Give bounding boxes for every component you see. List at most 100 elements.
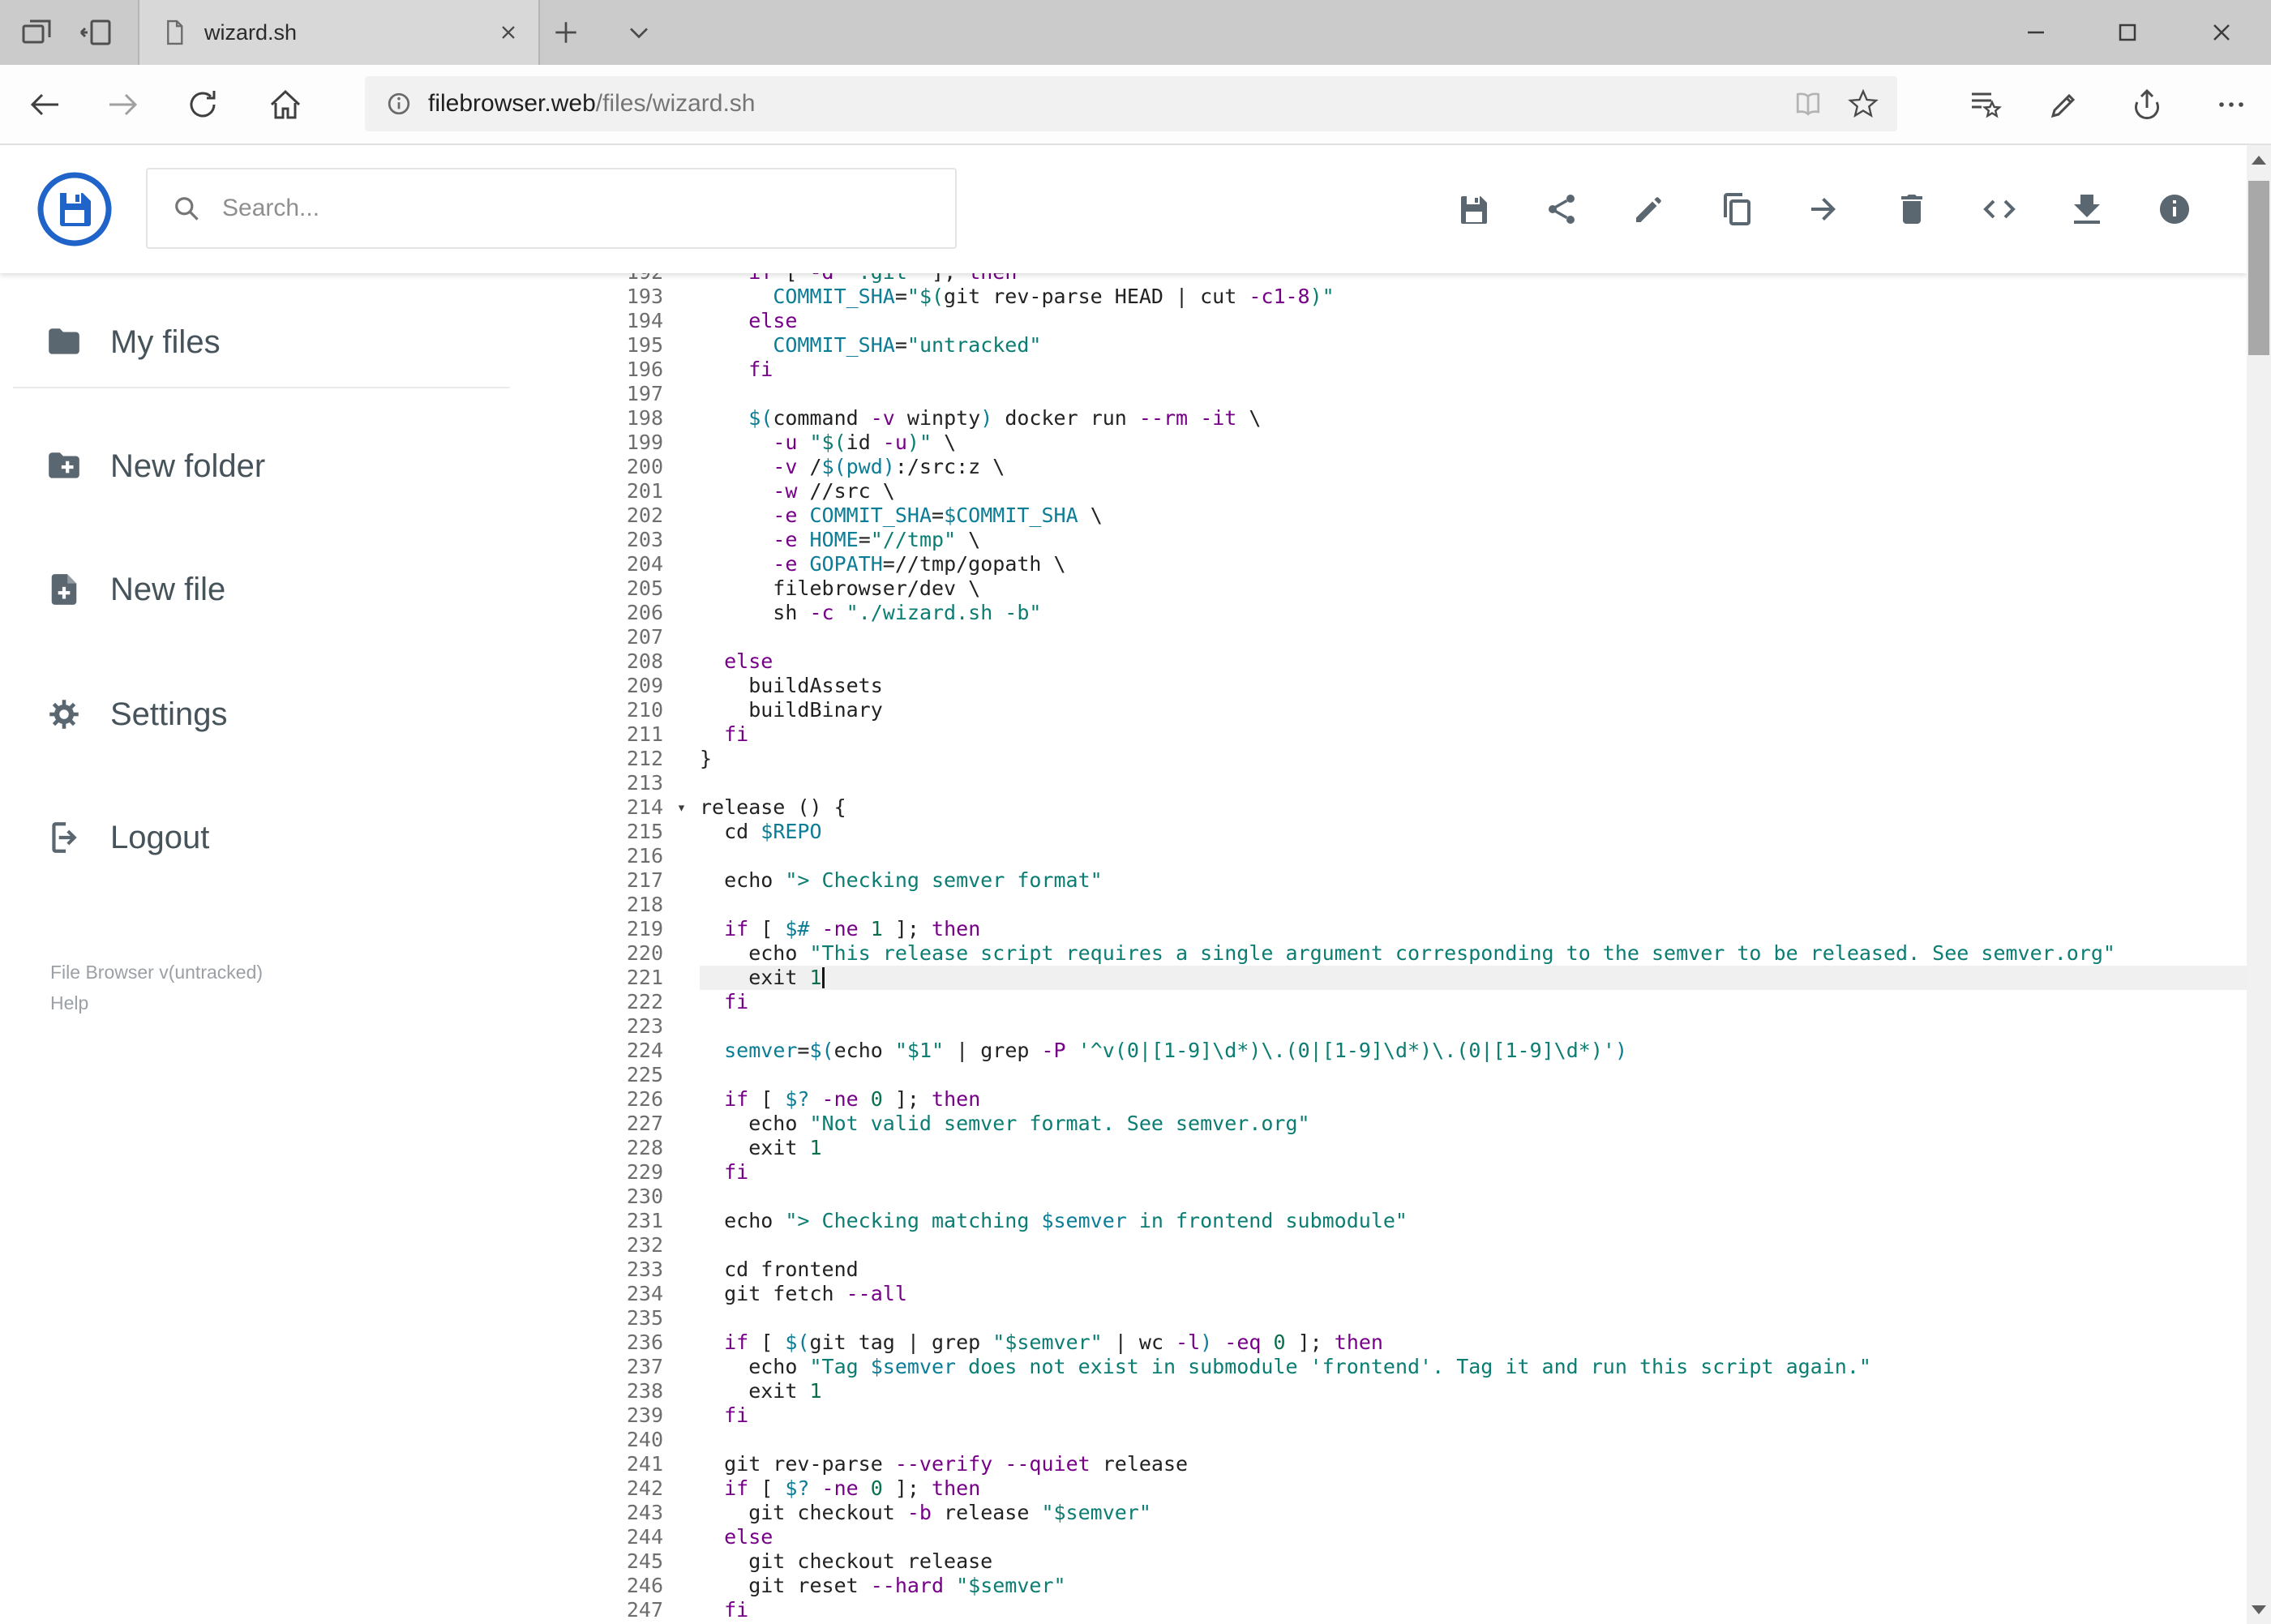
chevron-down-icon[interactable] <box>623 16 655 49</box>
code-text[interactable]: else <box>700 1525 2247 1549</box>
code-text[interactable]: COMMIT_SHA="$(git rev-parse HEAD | cut -… <box>700 285 2247 309</box>
home-icon[interactable] <box>268 87 303 122</box>
share-icon[interactable] <box>2129 87 2165 122</box>
code-text[interactable]: buildAssets <box>700 674 2247 698</box>
back-icon[interactable] <box>27 87 62 122</box>
page-scrollbar[interactable] <box>2247 145 2271 1624</box>
code-text[interactable]: cd $REPO <box>700 820 2247 844</box>
close-icon[interactable] <box>2187 0 2256 65</box>
move-icon[interactable] <box>1806 191 1842 227</box>
reading-view-icon[interactable] <box>1792 88 1824 120</box>
code-line[interactable]: 225 <box>523 1063 2247 1087</box>
code-text[interactable]: if [ $? -ne 0 ]; then <box>700 1476 2247 1501</box>
code-line[interactable]: 219 if [ $# -ne 1 ]; then <box>523 917 2247 941</box>
code-text[interactable]: release () { <box>700 795 2247 820</box>
code-line[interactable]: 240 <box>523 1428 2247 1452</box>
sidebar-item-logout[interactable]: Logout <box>0 797 523 878</box>
code-text[interactable]: fi <box>700 1598 2247 1622</box>
code-line[interactable]: 218 <box>523 893 2247 917</box>
code-text[interactable]: $(command -v winpty) docker run --rm -it… <box>700 406 2247 431</box>
copy-icon[interactable] <box>1719 191 1755 227</box>
tab-close-icon[interactable] <box>495 19 522 46</box>
code-text[interactable]: fi <box>700 358 2247 382</box>
forward-icon[interactable] <box>105 87 141 122</box>
code-text[interactable]: echo "> Checking matching $semver in fro… <box>700 1209 2247 1233</box>
code-text[interactable]: git fetch --all <box>700 1282 2247 1306</box>
code-line[interactable]: 231 echo "> Checking matching $semver in… <box>523 1209 2247 1233</box>
code-line[interactable]: 244 else <box>523 1525 2247 1549</box>
code-line[interactable]: 247 fi <box>523 1598 2247 1622</box>
sidebar-item-new-file[interactable]: New file <box>0 549 523 630</box>
code-line[interactable]: 229 fi <box>523 1160 2247 1185</box>
code-text[interactable]: filebrowser/dev \ <box>700 576 2247 601</box>
scrollbar-thumb[interactable] <box>2248 181 2269 355</box>
code-line[interactable]: 227 echo "Not valid semver format. See s… <box>523 1112 2247 1136</box>
filebrowser-logo[interactable] <box>36 170 114 248</box>
code-text[interactable] <box>700 1063 2247 1087</box>
code-line[interactable]: 223 <box>523 1014 2247 1039</box>
code-line[interactable]: 239 fi <box>523 1403 2247 1428</box>
code-line[interactable]: 236 if [ $(git tag | grep "$semver" | wc… <box>523 1330 2247 1355</box>
code-line[interactable]: 216 <box>523 844 2247 868</box>
code-text[interactable]: fi <box>700 722 2247 747</box>
code-line[interactable]: 242 if [ $? -ne 0 ]; then <box>523 1476 2247 1501</box>
site-info-icon[interactable] <box>383 88 415 120</box>
maximize-icon[interactable] <box>2093 0 2162 65</box>
scroll-up-icon[interactable] <box>2247 145 2271 174</box>
code-text[interactable]: git rev-parse --verify --quiet release <box>700 1452 2247 1476</box>
code-text[interactable]: git checkout release <box>700 1549 2247 1574</box>
search-input[interactable] <box>221 194 889 223</box>
code-line[interactable]: 207 <box>523 625 2247 649</box>
code-editor[interactable]: 192 if [ -d ".git" ]; then193 COMMIT_SHA… <box>523 273 2247 1624</box>
code-text[interactable]: } <box>700 747 2247 771</box>
code-text[interactable]: else <box>700 649 2247 674</box>
code-line[interactable]: 195 COMMIT_SHA="untracked" <box>523 333 2247 358</box>
code-text[interactable]: fi <box>700 1160 2247 1185</box>
web-note-pen-icon[interactable] <box>2046 87 2082 122</box>
code-line[interactable]: 211 fi <box>523 722 2247 747</box>
code-text[interactable]: -e GOPATH=//tmp/gopath \ <box>700 552 2247 576</box>
code-line[interactable]: 214 ▾ release () { <box>523 795 2247 820</box>
code-text[interactable]: exit 1 <box>700 1136 2247 1160</box>
code-text[interactable]: if [ -d ".git" ]; then <box>700 273 2247 285</box>
code-line[interactable]: 220 echo "This release script requires a… <box>523 941 2247 966</box>
code-line[interactable]: 204 -e GOPATH=//tmp/gopath \ <box>523 552 2247 576</box>
code-text[interactable]: echo "> Checking semver format" <box>700 868 2247 893</box>
address-bar[interactable]: filebrowser.web/files/wizard.sh <box>365 76 1897 131</box>
code-text[interactable]: git reset --hard "$semver" <box>700 1574 2247 1598</box>
browser-tab[interactable]: wizard.sh <box>138 0 540 65</box>
code-text[interactable]: fi <box>700 1403 2247 1428</box>
code-text[interactable]: -e HOME="//tmp" \ <box>700 528 2247 552</box>
code-text[interactable]: else <box>700 309 2247 333</box>
code-text[interactable] <box>700 1014 2247 1039</box>
code-line[interactable]: 200 -v /$(pwd):/src:z \ <box>523 455 2247 479</box>
code-line[interactable]: 205 filebrowser/dev \ <box>523 576 2247 601</box>
code-text[interactable] <box>700 771 2247 795</box>
code-line[interactable]: 197 <box>523 382 2247 406</box>
hub-icon[interactable] <box>1967 87 2003 122</box>
delete-icon[interactable] <box>1894 191 1930 227</box>
code-text[interactable]: -u "$(id -u)" \ <box>700 431 2247 455</box>
save-icon[interactable] <box>1456 191 1492 227</box>
code-text[interactable]: cd frontend <box>700 1258 2247 1282</box>
code-line[interactable]: 199 -u "$(id -u)" \ <box>523 431 2247 455</box>
minimize-icon[interactable] <box>2001 0 2071 65</box>
favorite-star-icon[interactable] <box>1847 88 1879 120</box>
code-line[interactable]: 221 exit 1 <box>523 966 2247 990</box>
code-text[interactable]: buildBinary <box>700 698 2247 722</box>
more-ellipsis-icon[interactable] <box>2213 87 2249 122</box>
code-line[interactable]: 235 <box>523 1306 2247 1330</box>
code-text[interactable]: exit 1 <box>700 966 2247 990</box>
code-line[interactable]: 226 if [ $? -ne 0 ]; then <box>523 1087 2247 1112</box>
code-text[interactable]: sh -c "./wizard.sh -b" <box>700 601 2247 625</box>
code-line[interactable]: 210 buildBinary <box>523 698 2247 722</box>
code-line[interactable]: 233 cd frontend <box>523 1258 2247 1282</box>
code-text[interactable] <box>700 625 2247 649</box>
scroll-down-icon[interactable] <box>2247 1595 2271 1624</box>
code-line[interactable]: 202 -e COMMIT_SHA=$COMMIT_SHA \ <box>523 503 2247 528</box>
code-text[interactable]: if [ $# -ne 1 ]; then <box>700 917 2247 941</box>
code-line[interactable]: 238 exit 1 <box>523 1379 2247 1403</box>
code-text[interactable] <box>700 893 2247 917</box>
rename-icon[interactable] <box>1631 191 1667 227</box>
code-line[interactable]: 201 -w //src \ <box>523 479 2247 503</box>
